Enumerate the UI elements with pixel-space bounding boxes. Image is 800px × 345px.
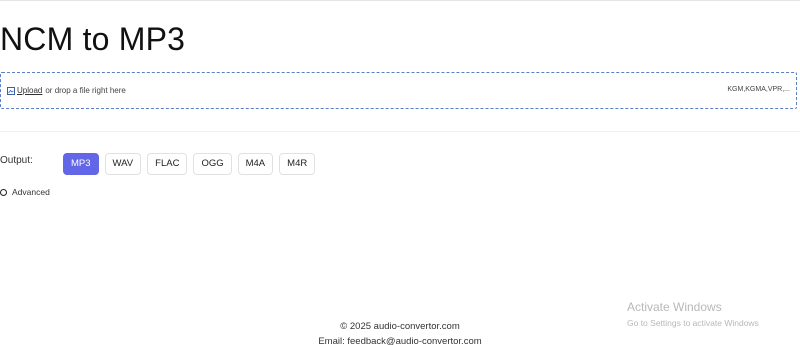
page-title: NCM to MP3 <box>0 21 186 57</box>
output-format-group: MP3 WAV FLAC OGG M4A M4R <box>63 153 316 175</box>
format-button-ogg[interactable]: OGG <box>193 153 232 175</box>
section-divider <box>0 131 800 132</box>
page: NCM to MP3 Upload or drop a file right h… <box>0 0 800 345</box>
footer: © 2025 audio-convertor.com Email: feedba… <box>0 319 800 345</box>
top-divider <box>0 0 800 1</box>
footer-email: Email: feedback@audio-convertor.com <box>318 336 482 345</box>
advanced-label: Advanced <box>12 187 50 197</box>
upload-link[interactable]: Upload <box>17 86 42 95</box>
advanced-toggle[interactable]: Advanced <box>0 187 50 197</box>
advanced-radio[interactable] <box>0 188 7 196</box>
format-button-m4r[interactable]: M4R <box>279 153 316 175</box>
output-label: Output: <box>0 155 33 166</box>
watermark-title: Activate Windows <box>627 300 722 314</box>
dropzone-prompt: Upload or drop a file right here <box>7 86 126 95</box>
format-button-wav[interactable]: WAV <box>104 153 142 175</box>
format-button-flac[interactable]: FLAC <box>147 153 188 175</box>
format-button-m4a[interactable]: M4A <box>237 153 274 175</box>
format-button-mp3[interactable]: MP3 <box>63 153 99 175</box>
file-dropzone[interactable]: Upload or drop a file right here KGM,KGM… <box>0 72 797 109</box>
supported-formats: KGM,KGMA,VPR,... <box>727 86 790 93</box>
dropzone-hint: or drop a file right here <box>45 86 126 95</box>
upload-image-icon[interactable] <box>7 86 15 95</box>
footer-copyright: © 2025 audio-convertor.com <box>340 321 460 332</box>
